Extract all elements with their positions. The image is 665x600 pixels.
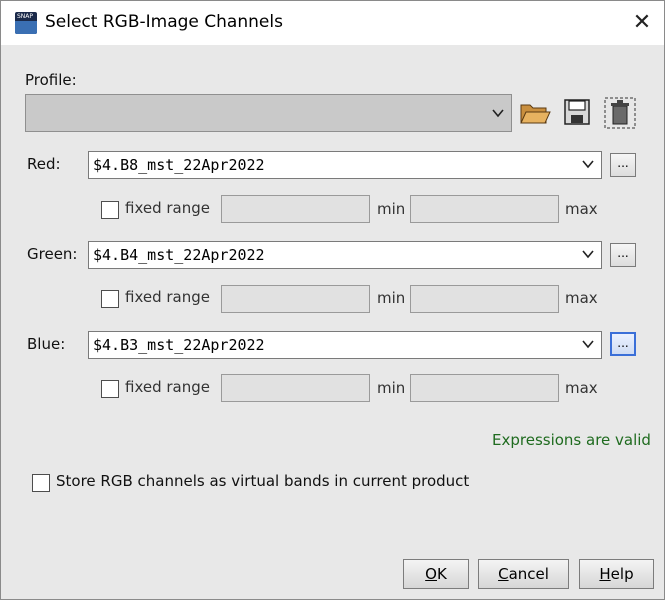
green-fixed-range-label: fixed range — [125, 288, 210, 306]
chevron-down-icon — [582, 340, 594, 349]
window-title: Select RGB-Image Channels — [45, 12, 283, 32]
open-folder-icon[interactable] — [518, 99, 552, 127]
dialog-window: SNAP Select RGB-Image Channels ✕ Profile… — [0, 0, 665, 600]
red-fixed-range-checkbox[interactable] — [101, 201, 119, 219]
red-min-field[interactable] — [221, 195, 370, 223]
red-expression-value: $4.B8_mst_22Apr2022 — [93, 156, 265, 174]
delete-icon[interactable] — [604, 97, 636, 129]
green-expression-dropdown[interactable]: $4.B4_mst_22Apr2022 — [88, 241, 602, 269]
chevron-down-icon — [582, 160, 594, 169]
store-virtual-bands-label: Store RGB channels as virtual bands in c… — [56, 472, 470, 490]
blue-fixed-range-label: fixed range — [125, 378, 210, 396]
green-max-label: max — [565, 289, 598, 307]
red-expression-dropdown[interactable]: $4.B8_mst_22Apr2022 — [88, 151, 602, 179]
app-icon: SNAP — [15, 12, 37, 34]
red-edit-expression-button[interactable]: ... — [610, 153, 636, 177]
red-fixed-range-label: fixed range — [125, 199, 210, 217]
blue-fixed-range-checkbox[interactable] — [101, 380, 119, 398]
blue-min-field[interactable] — [221, 374, 370, 402]
green-edit-expression-button[interactable]: ... — [610, 243, 636, 267]
profile-label: Profile: — [25, 71, 77, 89]
red-min-label: min — [377, 200, 406, 218]
blue-max-field[interactable] — [410, 374, 559, 402]
close-icon[interactable]: ✕ — [628, 9, 656, 37]
green-label: Green: — [27, 245, 78, 263]
red-label: Red: — [27, 155, 61, 173]
help-button[interactable]: Help — [579, 559, 654, 589]
green-fixed-range-checkbox[interactable] — [101, 290, 119, 308]
app-icon-text: SNAP — [17, 13, 34, 20]
green-max-field[interactable] — [410, 285, 559, 313]
ok-button[interactable]: OK — [403, 559, 469, 589]
blue-min-label: min — [377, 379, 406, 397]
chevron-down-icon — [582, 250, 594, 259]
save-icon[interactable] — [562, 97, 592, 127]
green-expression-value: $4.B4_mst_22Apr2022 — [93, 246, 265, 264]
chevron-down-icon — [492, 109, 504, 118]
blue-expression-dropdown[interactable]: $4.B3_mst_22Apr2022 — [88, 331, 602, 359]
validation-status: Expressions are valid — [492, 431, 651, 449]
green-min-field[interactable] — [221, 285, 370, 313]
title-bar: SNAP Select RGB-Image Channels ✕ — [1, 1, 664, 45]
blue-expression-value: $4.B3_mst_22Apr2022 — [93, 336, 265, 354]
blue-label: Blue: — [27, 335, 66, 353]
green-min-label: min — [377, 289, 406, 307]
store-virtual-bands-checkbox[interactable] — [32, 474, 50, 492]
blue-max-label: max — [565, 379, 598, 397]
profile-dropdown[interactable] — [25, 94, 512, 132]
red-max-label: max — [565, 200, 598, 218]
blue-edit-expression-button[interactable]: ... — [610, 332, 636, 356]
cancel-button[interactable]: Cancel — [478, 559, 569, 589]
red-max-field[interactable] — [410, 195, 559, 223]
